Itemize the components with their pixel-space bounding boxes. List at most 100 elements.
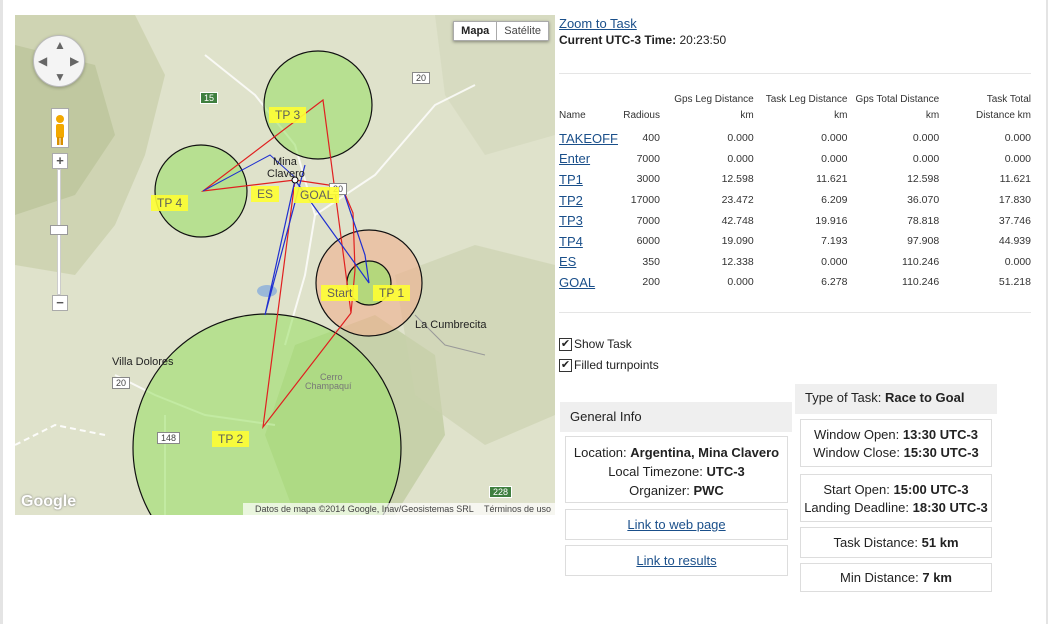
col-task-leg-header: Task Leg Distance km bbox=[765, 94, 848, 121]
zoom-control: + − bbox=[50, 153, 68, 311]
waypoint-label-goal: GOAL bbox=[294, 187, 340, 203]
col-gps-total-header: Gps Total Distance km bbox=[855, 94, 940, 121]
gps-total-distance: 78.818 bbox=[907, 214, 940, 227]
gps-leg-distance: 23.472 bbox=[721, 194, 754, 207]
table-row: TP3 7000 42.748 19.916 78.818 37.746 bbox=[559, 210, 1031, 231]
task-leg-distance: 6.209 bbox=[821, 194, 848, 207]
filled-turnpoints-checkbox-row[interactable]: ✔ Filled turnpoints bbox=[559, 358, 659, 372]
turnpoint-name-link[interactable]: TP4 bbox=[559, 234, 583, 249]
start-open-line: Start Open: 15:00 UTC-3 bbox=[823, 482, 969, 497]
pan-left-icon[interactable]: ◀ bbox=[38, 55, 47, 67]
turnpoint-name-link[interactable]: TP2 bbox=[559, 193, 583, 208]
gps-leg-distance: 12.598 bbox=[721, 173, 754, 186]
turnpoint-name-cell: TAKEOFF bbox=[559, 128, 618, 149]
task-leg-distance: 11.621 bbox=[816, 173, 848, 186]
organizer-value: PWC bbox=[693, 483, 724, 498]
col-task-total-header: Task Total Distance km bbox=[975, 94, 1031, 121]
min-distance-box: Min Distance: 7 km bbox=[800, 563, 992, 592]
zoom-out-button[interactable]: − bbox=[52, 295, 68, 311]
place-champaqui: Champaquí bbox=[305, 381, 352, 391]
turnpoint-name-cell: Enter bbox=[559, 149, 618, 170]
gps-leg-distance: 19.090 bbox=[721, 235, 754, 248]
route-20-badge: 20 bbox=[412, 72, 431, 84]
window-close-line: Window Close: 15:30 UTC-3 bbox=[813, 445, 979, 460]
waypoint-label-tp1: TP 1 bbox=[373, 285, 411, 301]
task-total-distance: 17.830 bbox=[998, 194, 1031, 207]
turnpoint-radius: 3000 bbox=[636, 173, 660, 186]
task-total-distance: 51.218 bbox=[998, 276, 1031, 289]
web-link-box: Link to web page bbox=[565, 509, 788, 540]
gps-leg-distance: 0.000 bbox=[727, 152, 754, 165]
turnpoint-radius: 200 bbox=[642, 276, 660, 289]
task-leg-distance: 0.000 bbox=[821, 152, 848, 165]
task-map[interactable]: Mina Clavero La Cumbrecita Villa Dolores… bbox=[15, 15, 555, 515]
map-terrain bbox=[15, 15, 555, 515]
pan-down-icon[interactable]: ▼ bbox=[54, 71, 66, 83]
table-row: ES 350 12.338 0.000 110.246 0.000 bbox=[559, 252, 1031, 273]
gps-total-distance: 0.000 bbox=[912, 132, 940, 145]
table-row: TAKEOFF 400 0.000 0.000 0.000 0.000 bbox=[559, 128, 1031, 149]
table-row: Enter 7000 0.000 0.000 0.000 0.000 bbox=[559, 149, 1031, 170]
pan-up-icon[interactable]: ▲ bbox=[54, 39, 66, 51]
task-leg-distance: 6.278 bbox=[821, 276, 848, 289]
results-link-box: Link to results bbox=[565, 545, 788, 576]
turnpoint-name-link[interactable]: TAKEOFF bbox=[559, 131, 618, 146]
map-type-map-button[interactable]: Mapa bbox=[453, 21, 498, 41]
turnpoint-radius: 6000 bbox=[636, 235, 660, 248]
waypoint-label-es: ES bbox=[251, 186, 280, 202]
col-name-header: Name bbox=[559, 110, 586, 121]
place-villa-dolores: Villa Dolores bbox=[112, 356, 174, 368]
gps-total-distance: 97.908 bbox=[907, 235, 940, 248]
turnpoint-name-link[interactable]: TP1 bbox=[559, 172, 583, 187]
turnpoint-name-cell: GOAL bbox=[559, 272, 618, 293]
map-type-satellite-button[interactable]: Satélite bbox=[497, 21, 549, 41]
map-type-control: Mapa Satélite bbox=[453, 21, 549, 41]
task-total-distance: 11.621 bbox=[999, 173, 1031, 186]
map-terms-link[interactable]: Términos de uso bbox=[484, 504, 551, 514]
turnpoint-table-body: TAKEOFF 400 0.000 0.000 0.000 0.000 Enter 7000 0… bbox=[559, 128, 1031, 293]
turnpoint-table: Name Radious Gps Leg Distance km Task Leg… bbox=[559, 92, 1031, 293]
min-distance-value: 7 km bbox=[922, 570, 952, 585]
task-header: Zoom to Task Current UTC-3 Time: 20:23:5… bbox=[559, 16, 726, 47]
organizer-line: Organizer: PWC bbox=[629, 483, 724, 498]
task-leg-distance: 7.193 bbox=[821, 235, 848, 248]
show-task-checkbox-row[interactable]: ✔ Show Task bbox=[559, 337, 632, 351]
zoom-slider[interactable] bbox=[50, 169, 68, 295]
link-to-results[interactable]: Link to results bbox=[636, 553, 716, 568]
turnpoint-name-link[interactable]: TP3 bbox=[559, 213, 583, 228]
task-leg-distance: 0.000 bbox=[821, 255, 848, 268]
waypoint-label-tp4: TP 4 bbox=[151, 195, 189, 211]
location-value: Argentina, Mina Clavero bbox=[630, 445, 780, 460]
gps-leg-distance: 0.000 bbox=[727, 276, 754, 289]
divider bbox=[559, 312, 1031, 313]
zoom-to-task-link[interactable]: Zoom to Task bbox=[559, 16, 726, 31]
col-gps-leg-header: Gps Leg Distance km bbox=[674, 94, 754, 121]
start-times-box: Start Open: 15:00 UTC-3 Landing Deadline… bbox=[800, 474, 992, 522]
table-row: TP4 6000 19.090 7.193 97.908 44.939 bbox=[559, 231, 1031, 252]
pan-control-icon[interactable]: ▲ ▼ ◀ ▶ bbox=[33, 35, 85, 87]
show-task-checkbox[interactable]: ✔ bbox=[559, 337, 572, 351]
turnpoint-name-link[interactable]: Enter bbox=[559, 151, 590, 166]
gps-leg-distance: 12.338 bbox=[721, 255, 754, 268]
pan-right-icon[interactable]: ▶ bbox=[70, 55, 79, 67]
zoom-slider-handle[interactable] bbox=[50, 225, 68, 235]
waypoint-label-start: Start bbox=[321, 285, 359, 301]
turnpoint-radius: 7000 bbox=[636, 152, 660, 165]
turnpoint-radius: 400 bbox=[642, 132, 660, 145]
place-mina: Mina bbox=[273, 156, 297, 168]
general-info-box: Location: Argentina, Mina Clavero Local … bbox=[565, 436, 788, 503]
show-task-label: Show Task bbox=[574, 337, 632, 351]
turnpoint-radius: 17000 bbox=[630, 194, 660, 207]
link-to-web-page[interactable]: Link to web page bbox=[627, 517, 725, 532]
zoom-in-button[interactable]: + bbox=[52, 153, 68, 169]
turnpoint-name-link[interactable]: GOAL bbox=[559, 275, 595, 290]
filled-turnpoints-checkbox[interactable]: ✔ bbox=[559, 358, 572, 372]
pegman-icon[interactable] bbox=[51, 108, 69, 148]
waypoint-label-tp2: TP 2 bbox=[212, 431, 250, 447]
window-times-box: Window Open: 13:30 UTC-3 Window Close: 1… bbox=[800, 419, 992, 467]
turnpoint-name-link[interactable]: ES bbox=[559, 254, 576, 269]
filled-turnpoints-label: Filled turnpoints bbox=[574, 358, 659, 372]
task-total-distance: 44.939 bbox=[998, 235, 1031, 248]
table-header-row: Name Radious Gps Leg Distance km Task Leg… bbox=[559, 92, 1031, 128]
task-total-distance: 37.746 bbox=[998, 214, 1031, 227]
